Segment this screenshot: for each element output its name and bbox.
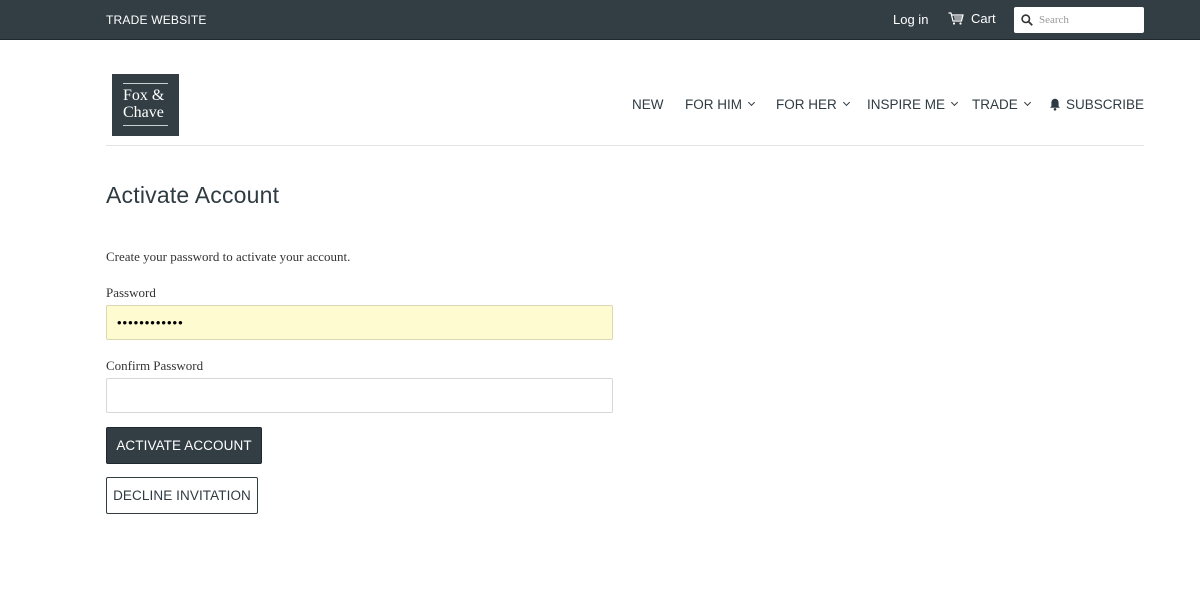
nav-item-subscribe[interactable]: SUBSCRIBE [1049,97,1144,112]
chevron-down-icon [1023,98,1031,107]
nav-item-label: SUBSCRIBE [1066,97,1145,112]
decline-invitation-button[interactable]: DECLINE INVITATION [106,477,258,514]
intro-text: Create your password to activate your ac… [106,249,351,264]
logo-rule-top [123,83,168,84]
top-bar: TRADE WEBSITE Log in Cart [0,0,1200,40]
cart-label: Cart [971,11,996,26]
cart-link[interactable]: Cart [948,11,996,26]
logo-rule-bottom [123,125,168,126]
nav-item-label: NEW [632,97,664,112]
nav-item-for-her[interactable]: FOR HER [776,97,850,112]
login-link[interactable]: Log in [893,12,928,27]
activate-account-button[interactable]: ACTIVATE ACCOUNT [106,427,262,464]
nav-item-inspire-me[interactable]: INSPIRE ME [867,97,959,112]
page-title: Activate Account [106,182,280,208]
nav-item-for-him[interactable]: FOR HIM [685,97,756,112]
password-label: Password [106,285,156,300]
nav-item-new[interactable]: NEW [632,97,664,112]
confirm-password-field[interactable] [106,378,613,413]
confirm-password-label: Confirm Password [106,358,204,373]
nav-item-trade[interactable]: TRADE [972,97,1031,112]
nav-item-label: TRADE [972,97,1018,112]
search-input[interactable] [1039,14,1131,26]
trade-website-label: TRADE WEBSITE [106,13,207,27]
bell-icon [1050,98,1060,111]
chevron-down-icon [950,98,959,107]
chevron-down-icon [747,98,756,107]
password-field[interactable] [106,305,613,340]
search-box[interactable] [1014,7,1144,33]
header-divider [106,145,1144,146]
search-icon[interactable] [1021,14,1033,26]
chevron-down-icon [842,98,850,107]
nav-item-label: INSPIRE ME [867,97,946,112]
cart-icon [948,12,964,25]
nav-item-label: FOR HER [776,97,837,112]
main-nav: NEW FOR HIM FOR HER INSPIRE ME TRADE SUB… [0,97,1200,115]
nav-item-label: FOR HIM [685,97,742,112]
